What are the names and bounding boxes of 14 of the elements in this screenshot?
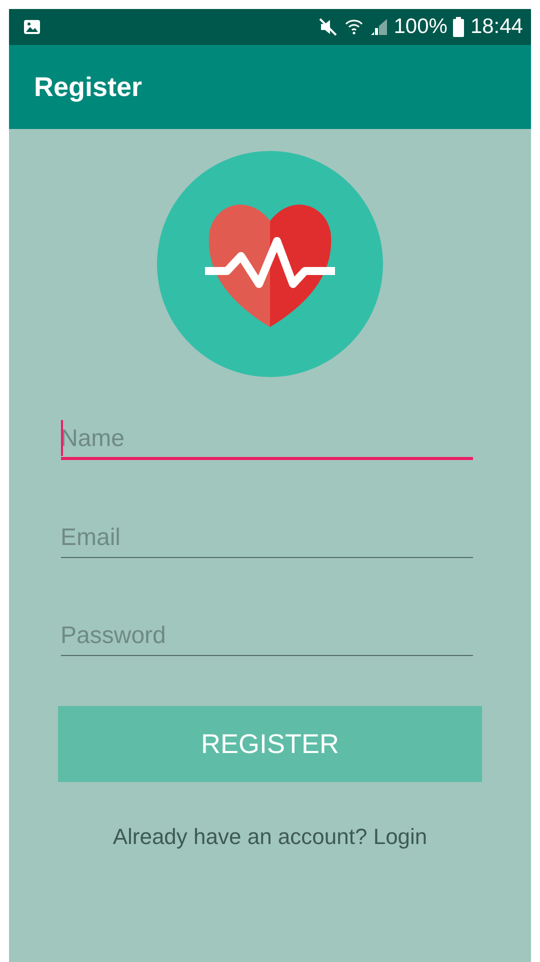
clock-time: 18:44 — [470, 15, 523, 39]
wifi-icon — [344, 17, 364, 37]
mute-icon — [318, 17, 338, 37]
text-field[interactable]: Email — [60, 515, 472, 558]
text-field[interactable]: Name — [60, 417, 472, 460]
picture-icon — [23, 19, 41, 35]
login-prompt[interactable]: Already have an account? Login — [112, 824, 428, 850]
screen-title: Register — [34, 72, 142, 102]
signal-icon — [370, 18, 388, 36]
battery-icon — [453, 17, 464, 37]
battery-percentage: 100% — [394, 15, 448, 39]
text-cursor — [60, 420, 62, 456]
register-button[interactable]: REGISTER — [58, 706, 482, 782]
text-field[interactable]: Password — [60, 613, 472, 656]
